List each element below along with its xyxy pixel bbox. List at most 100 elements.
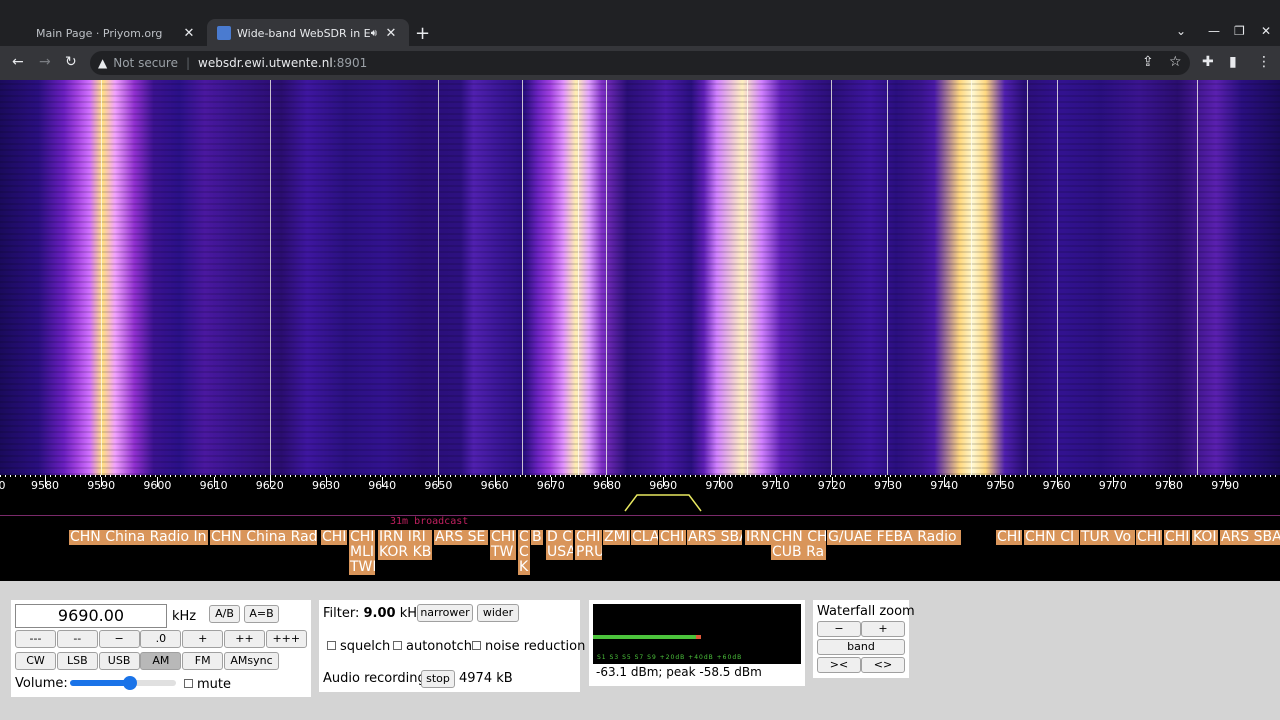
- station-label[interactable]: CHI: [1164, 530, 1190, 545]
- station-label[interactable]: CCK: [518, 530, 530, 575]
- forward-icon[interactable]: →: [39, 54, 51, 70]
- volume-slider[interactable]: [70, 676, 176, 690]
- share-icon[interactable]: ⇪: [1142, 54, 1154, 70]
- station-label[interactable]: CHI: [321, 530, 347, 545]
- filter-readout: Filter: 9.00 kHz: [323, 606, 424, 621]
- step-button[interactable]: +: [182, 630, 224, 648]
- signal-bar: [593, 635, 697, 639]
- tick-label: 9630: [312, 479, 340, 492]
- station-label-line: CHI: [491, 530, 516, 545]
- new-tab-button[interactable]: +: [415, 23, 430, 44]
- station-label[interactable]: CHI MLI TWI: [349, 530, 375, 575]
- aeqb-button[interactable]: A=B: [244, 605, 279, 623]
- reload-icon[interactable]: ↻: [65, 54, 77, 70]
- station-label[interactable]: CHI PRU: [575, 530, 602, 560]
- tick-label: 9730: [874, 479, 902, 492]
- station-label[interactable]: CHI: [659, 530, 686, 545]
- squelch-row[interactable]: squelch: [327, 639, 390, 654]
- station-label-line: CHI: [1137, 530, 1162, 545]
- side-panel-icon[interactable]: ▮: [1229, 54, 1237, 70]
- station-label[interactable]: IRN IRI KOR KB: [378, 530, 432, 560]
- tab-websdr[interactable]: Wide-band WebSDR in Ensch 🔊︎ ✕: [207, 19, 409, 47]
- passband-indicator[interactable]: [624, 492, 702, 514]
- station-label[interactable]: ARS SBA: [1220, 530, 1280, 545]
- step-button[interactable]: ++: [224, 630, 265, 648]
- menu-icon[interactable]: ⋮: [1257, 54, 1271, 70]
- mode-button-amsync[interactable]: AMsync: [224, 652, 279, 670]
- tab-close-icon[interactable]: ✕: [181, 26, 197, 41]
- station-label[interactable]: CHI: [996, 530, 1022, 545]
- station-label-line: TWI: [350, 559, 375, 575]
- squelch-checkbox[interactable]: [327, 641, 336, 650]
- station-label[interactable]: CHI TW: [490, 530, 516, 560]
- tick-label: 9710: [761, 479, 790, 492]
- tick-label: 9750: [986, 479, 1015, 492]
- extensions-icon[interactable]: ✚: [1202, 54, 1214, 70]
- frequency-input[interactable]: 9690.00: [15, 604, 167, 628]
- audio-recording-label: Audio recording: [323, 671, 426, 686]
- station-label[interactable]: ZMI: [603, 530, 630, 545]
- wider-button[interactable]: wider: [477, 604, 519, 622]
- step-button[interactable]: −: [98, 630, 140, 648]
- zoom-in-button[interactable]: +: [861, 621, 905, 637]
- autonotch-checkbox[interactable]: [393, 641, 402, 650]
- tab-close-icon[interactable]: ✕: [383, 26, 399, 41]
- carrier-line: [270, 80, 271, 475]
- mode-button-fm[interactable]: FM: [182, 652, 224, 670]
- step-button[interactable]: ---: [15, 630, 56, 648]
- station-label[interactable]: CHN CH CUB Ra: [771, 530, 826, 560]
- carrier-line: [831, 80, 832, 475]
- step-button[interactable]: .0: [140, 630, 182, 648]
- autonotch-row[interactable]: autonotch: [393, 639, 472, 654]
- station-label[interactable]: KOI: [1192, 530, 1218, 545]
- waterfall-display[interactable]: [0, 80, 1280, 475]
- mute-checkbox[interactable]: [184, 679, 193, 688]
- zoom-out-button[interactable]: −: [817, 621, 861, 637]
- browser-toolbar: ← → ↻ ▲ Not secure | websdr.ewi.utwente.…: [0, 46, 1280, 80]
- tab-search-icon[interactable]: ⌄: [1176, 24, 1186, 38]
- station-label-line: CHI: [1165, 530, 1190, 545]
- tick-label: 9790: [1211, 479, 1240, 492]
- minimize-icon[interactable]: —: [1208, 24, 1220, 38]
- zoom-narrow-button[interactable]: ><: [817, 657, 861, 673]
- station-label[interactable]: IRN: [745, 530, 772, 545]
- stop-recording-button[interactable]: stop: [421, 670, 455, 688]
- tab-title: Main Page · Priyom.org: [36, 26, 163, 40]
- ab-button[interactable]: A/B: [209, 605, 240, 623]
- back-icon[interactable]: ←: [12, 54, 24, 70]
- waterfall-texture: [0, 80, 1280, 475]
- close-window-icon[interactable]: ✕: [1261, 24, 1271, 38]
- station-label[interactable]: CHI: [1136, 530, 1162, 545]
- mute-checkbox-row[interactable]: mute: [184, 677, 231, 692]
- step-button[interactable]: +++: [265, 630, 307, 648]
- frequency-scale[interactable]: 0 31m broadcast 9580 9590 9600 9610 9620 9630…: [0, 475, 1280, 530]
- station-label[interactable]: B: [531, 530, 543, 545]
- mode-button-cw[interactable]: CW: [15, 652, 56, 670]
- station-label[interactable]: TUR Vo: [1080, 530, 1135, 545]
- station-label[interactable]: ARS SBA: [687, 530, 742, 545]
- station-label[interactable]: D C USA: [546, 530, 573, 560]
- carrier-line: [606, 80, 607, 475]
- zoom-wide-button[interactable]: <>: [861, 657, 905, 673]
- speaker-icon[interactable]: 🔊︎: [371, 28, 377, 39]
- carrier-line: [971, 80, 972, 475]
- station-label[interactable]: CHN CI: [1024, 530, 1079, 545]
- noise-reduction-checkbox[interactable]: [472, 641, 481, 650]
- bookmark-star-icon[interactable]: ☆: [1169, 54, 1182, 70]
- address-bar[interactable]: ▲ Not secure | websdr.ewi.utwente.nl :89…: [90, 51, 1190, 75]
- station-label-line: K: [519, 559, 529, 575]
- zoom-band-button[interactable]: band: [817, 639, 905, 655]
- tab-priyom[interactable]: Main Page · Priyom.org ✕: [0, 19, 207, 47]
- step-button[interactable]: --: [56, 630, 98, 648]
- mode-button-usb[interactable]: USB: [98, 652, 140, 670]
- narrower-button[interactable]: narrower: [417, 604, 473, 622]
- mode-button-am[interactable]: AM: [140, 652, 182, 670]
- station-label[interactable]: G/UAE FEBA Radio: [827, 530, 961, 545]
- station-label[interactable]: CHN China Rad: [210, 530, 317, 545]
- mode-button-lsb[interactable]: LSB: [56, 652, 98, 670]
- station-label[interactable]: ARS SE: [434, 530, 488, 545]
- noise-reduction-row[interactable]: noise reduction: [472, 639, 585, 654]
- restore-icon[interactable]: ❐: [1234, 24, 1245, 38]
- station-label[interactable]: CHN China Radio In: [69, 530, 208, 545]
- station-label[interactable]: CLA: [631, 530, 658, 545]
